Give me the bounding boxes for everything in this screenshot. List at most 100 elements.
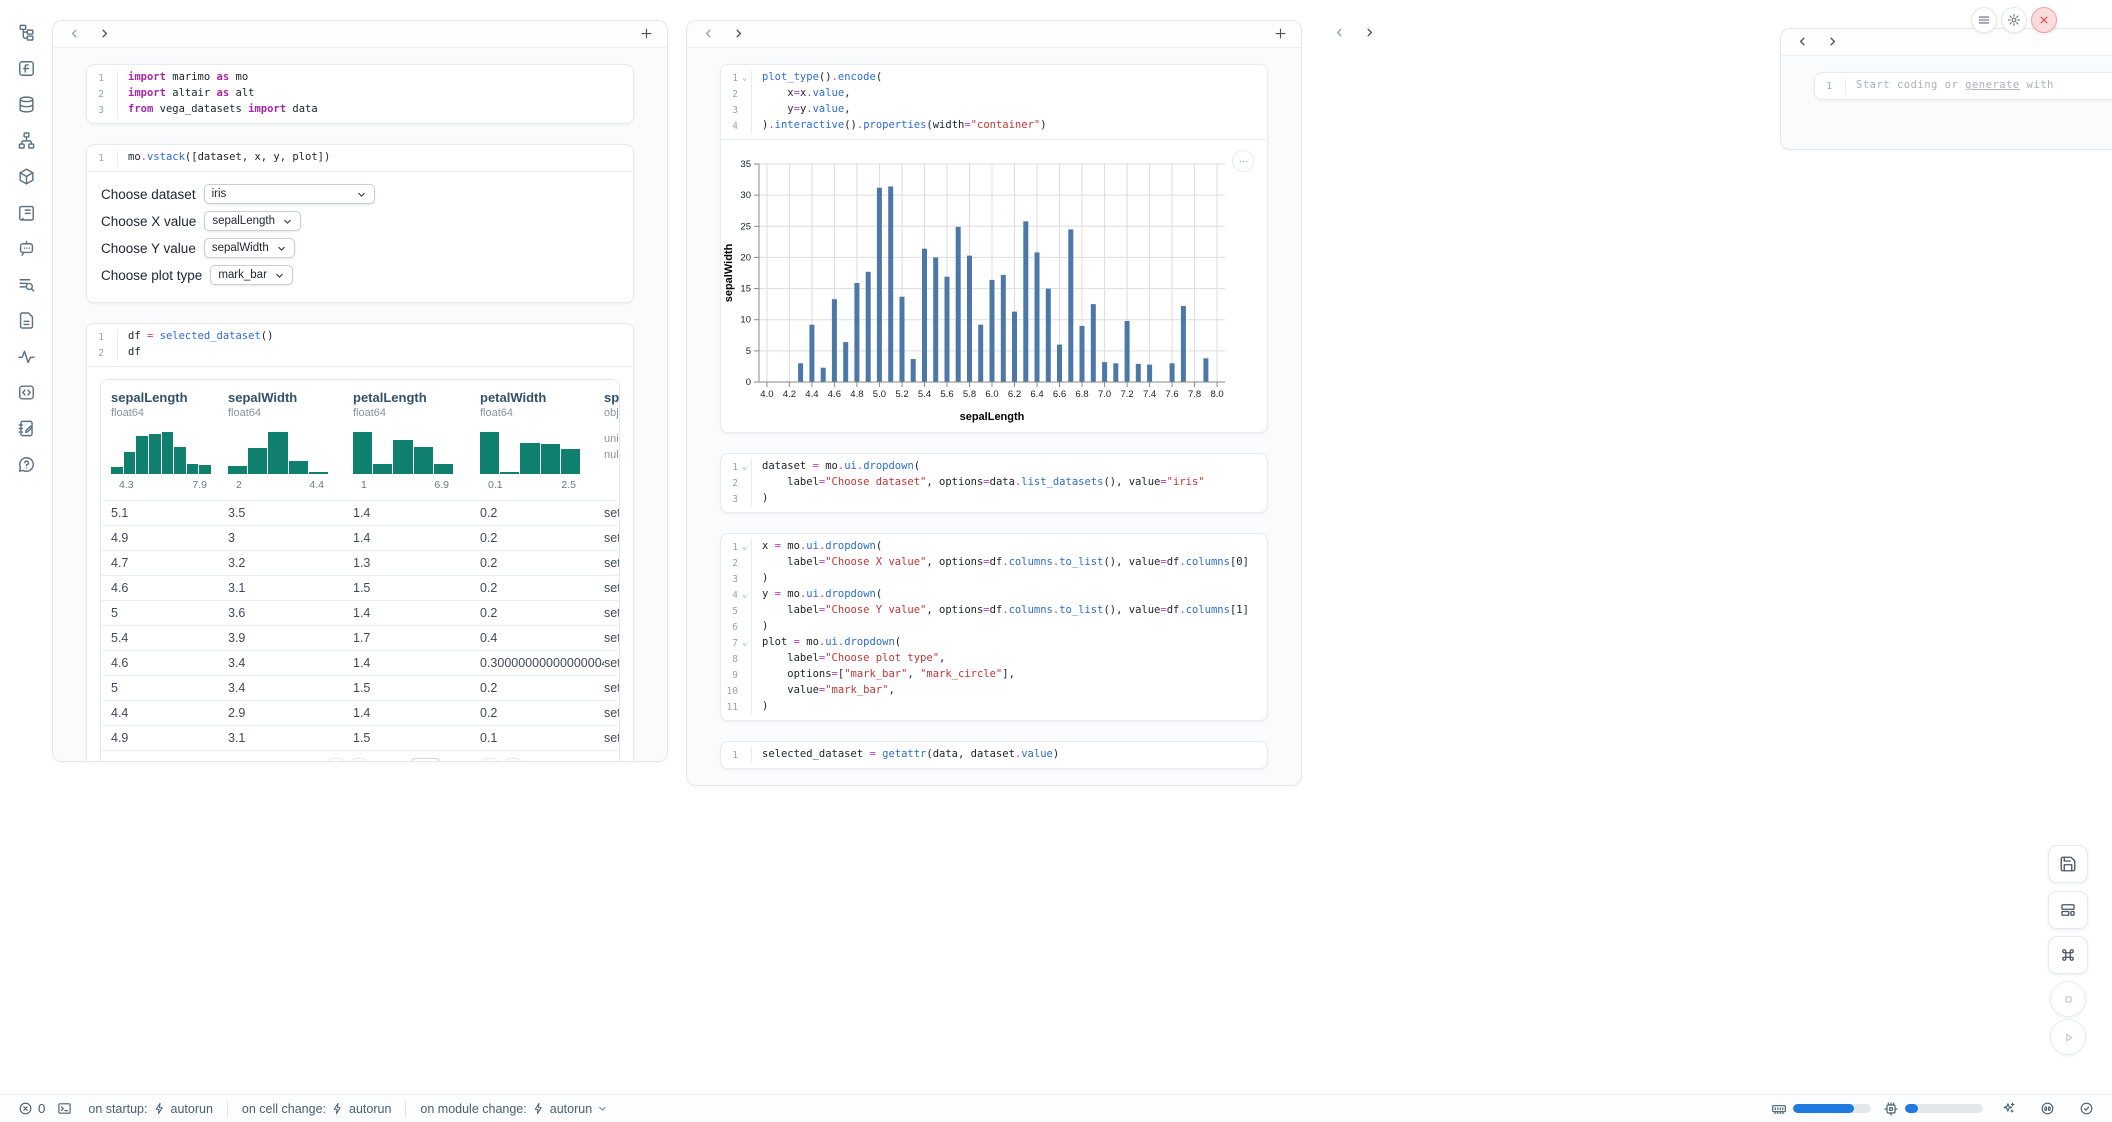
column-header[interactable]: sepalLength <box>111 390 214 405</box>
shutdown-button[interactable] <box>2031 7 2057 33</box>
column-header[interactable]: petalLength <box>353 390 466 405</box>
dropdown-label: Choose X value <box>101 214 196 229</box>
status-right <box>1771 1101 2100 1117</box>
sidebar-packages-button[interactable] <box>12 162 40 190</box>
column-move-left-button[interactable] <box>65 25 83 43</box>
svg-text:0: 0 <box>746 377 751 388</box>
ai-assistant-button[interactable] <box>1995 1101 2022 1116</box>
column-move-left-button[interactable] <box>1793 33 1811 51</box>
menu-button[interactable] <box>1971 7 1997 33</box>
chevron-left-icon <box>353 762 364 763</box>
layout-icon <box>2059 901 2077 919</box>
sidebar-documentation-button[interactable] <box>12 306 40 334</box>
table-cell: 0.1 <box>480 731 604 745</box>
code-editor[interactable]: 1mo.vstack([dataset, x, y, plot]) <box>87 145 633 171</box>
fold-caret[interactable]: ⌄ <box>738 635 751 651</box>
command-palette-button[interactable] <box>2048 936 2088 974</box>
control-row: Choose datasetiris <box>101 184 619 204</box>
search-icon[interactable] <box>112 760 126 762</box>
sidebar-functions-button[interactable] <box>12 54 40 82</box>
line-number: 1 <box>721 70 738 86</box>
code-line: 1⌄plot_type().encode( <box>721 70 1267 86</box>
dependency-graph-icon <box>17 131 36 150</box>
stop-button[interactable] <box>2050 981 2086 1017</box>
fold-caret[interactable]: ⌄ <box>738 587 751 603</box>
column-move-right-button[interactable] <box>95 25 113 43</box>
line-number: 3 <box>721 571 738 587</box>
add-column-button[interactable] <box>1271 25 1289 43</box>
svg-text:20: 20 <box>740 252 751 263</box>
fold-caret[interactable]: ⌄ <box>738 539 751 555</box>
sidebar-tracing-button[interactable] <box>12 342 40 370</box>
dropdown-4[interactable]: mark_bar <box>210 265 293 285</box>
sidebar-help-button[interactable] <box>12 450 40 478</box>
column-move-left-button[interactable] <box>1330 24 1348 42</box>
sparkles-icon <box>2001 1101 2016 1116</box>
code-editor[interactable]: 1selected_dataset = getattr(data, datase… <box>721 742 1267 768</box>
svg-text:4.0: 4.0 <box>760 389 773 400</box>
column-header[interactable]: sepalWidth <box>228 390 339 405</box>
run-setting-2[interactable]: on cell change:autorun <box>238 1102 396 1116</box>
code-editor[interactable]: 1df = selected_dataset()2df <box>87 324 633 366</box>
sidebar-ai-chat-button[interactable] <box>12 234 40 262</box>
scratchpad-editor[interactable]: Start coding or generate with <box>1846 78 2054 94</box>
sidebar-logs-button[interactable] <box>12 198 40 226</box>
table-cell: setosa <box>604 581 619 595</box>
sidebar-scratchpad-button[interactable] <box>12 414 40 442</box>
first-page-button[interactable] <box>327 758 345 762</box>
column-move-right-button[interactable] <box>1360 24 1378 42</box>
svg-text:4.6: 4.6 <box>828 389 841 400</box>
dropdown-1[interactable]: iris <box>204 184 375 204</box>
column-move-left-button[interactable] <box>699 25 717 43</box>
download-button[interactable]: Download <box>539 760 610 762</box>
terminal-button[interactable] <box>51 1101 78 1116</box>
file-tree-icon <box>17 23 36 42</box>
code-editor[interactable]: 1⌄x = mo.ui.dropdown(2 label="Choose X v… <box>721 534 1267 720</box>
code-editor[interactable]: 1⌄dataset = mo.ui.dropdown(2 label="Choo… <box>721 454 1267 512</box>
column-move-right-button[interactable] <box>1823 33 1841 51</box>
fold-caret[interactable]: ⌄ <box>738 70 751 86</box>
connection-status-button[interactable] <box>2073 1101 2100 1116</box>
copilot-button[interactable] <box>2034 1101 2061 1116</box>
column-summary: unique:nulls: <box>604 431 619 463</box>
code-line: 2 label="Choose dataset", options=data.l… <box>721 475 1267 491</box>
altair-chart[interactable]: 4.04.24.44.64.85.05.25.45.65.86.06.26.46… <box>721 148 1267 431</box>
sidebar-datasources-button[interactable] <box>12 90 40 118</box>
chevron-right-icon <box>485 762 496 763</box>
line-number: 2 <box>87 86 104 102</box>
layout-button[interactable] <box>2048 891 2088 929</box>
column-header[interactable]: petalWidth <box>480 390 590 405</box>
svg-text:5.2: 5.2 <box>895 389 908 400</box>
run-button[interactable] <box>2050 1019 2086 1055</box>
table-cell: 1.4 <box>353 706 480 720</box>
generate-link[interactable]: generate <box>1965 79 2020 91</box>
svg-text:sepalLength: sepalLength <box>960 411 1025 423</box>
line-number: 4 <box>721 118 738 134</box>
sidebar-table-of-contents-button[interactable] <box>12 270 40 298</box>
sidebar-file-tree-button[interactable] <box>12 18 40 46</box>
scratchpad-cell: 1 Start coding or generate with <box>1814 72 2112 100</box>
code-editor[interactable]: 1import marimo as mo2import altair as al… <box>87 65 633 123</box>
chart-menu-button[interactable] <box>1232 150 1254 172</box>
errors-indicator[interactable]: 0 <box>12 1101 51 1116</box>
dropdown-2[interactable]: sepalLength <box>204 211 301 231</box>
settings-button[interactable] <box>2001 7 2027 33</box>
ram-icon <box>1771 1101 1787 1117</box>
add-column-button[interactable] <box>637 25 655 43</box>
save-button[interactable] <box>2048 845 2088 883</box>
sidebar-snippets-button[interactable] <box>12 378 40 406</box>
code-editor[interactable]: 1⌄plot_type().encode(2 x=x.value,3 y=y.v… <box>721 65 1267 139</box>
column-move-right-button[interactable] <box>729 25 747 43</box>
fold-caret[interactable]: ⌄ <box>738 459 751 475</box>
last-page-button[interactable] <box>504 758 522 762</box>
sidebar-dependency-graph-button[interactable] <box>12 126 40 154</box>
line-number: 3 <box>721 102 738 118</box>
run-setting-3[interactable]: on module change:autorun <box>416 1102 612 1116</box>
line-number: 3 <box>721 491 738 507</box>
next-page-button[interactable] <box>481 758 499 762</box>
run-setting-1[interactable]: on startup:autorun <box>84 1102 216 1116</box>
prev-page-button[interactable] <box>350 758 368 762</box>
dropdown-3[interactable]: sepalWidth <box>204 238 295 258</box>
column-header[interactable]: species <box>604 390 619 405</box>
page-select[interactable]: 1 <box>411 758 440 763</box>
